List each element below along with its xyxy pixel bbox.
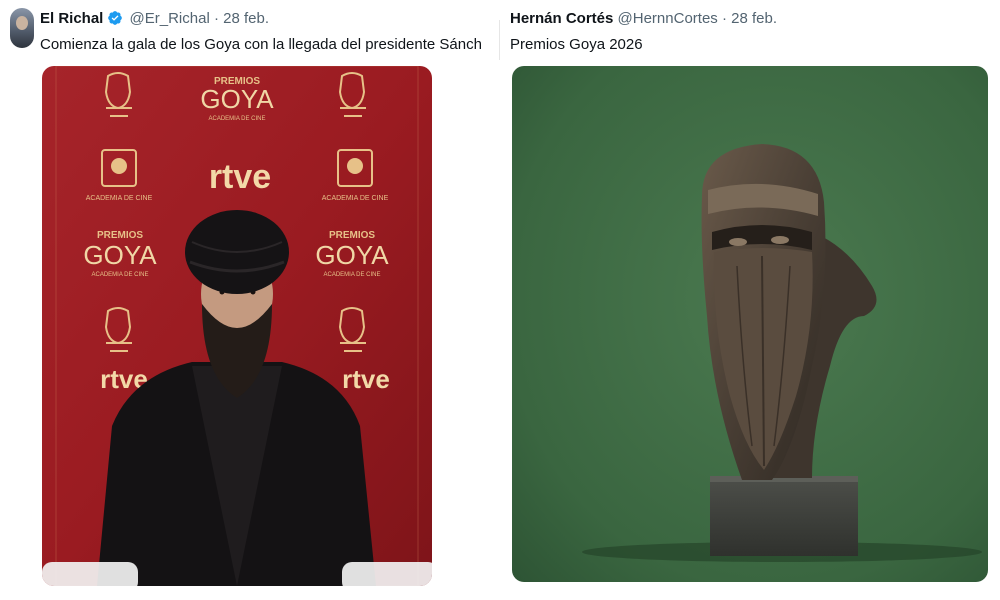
stone-pedestal [710,476,858,556]
red-carpet-photo: PREMIOS GOYA ACADEMIA DE CINE rtve ACADE… [42,66,432,586]
academia-caption: ACADEMIA DE CINE [322,195,389,202]
tweet-hernan-cortes[interactable]: Hernán Cortés @HernnCortes · 28 feb. Pre… [500,0,1000,600]
academia-label: ACADEMIA DE CINE [91,272,148,278]
academia-label: ACADEMIA DE CINE [208,116,265,122]
author-handle[interactable]: @HernnCortes [618,10,718,27]
academia-label: ACADEMIA DE CINE [323,272,380,278]
verified-badge-icon [107,10,123,30]
tweet-photo[interactable]: PREMIOS GOYA ACADEMIA DE CINE rtve ACADE… [42,66,432,586]
author-name[interactable]: El Richal [40,10,103,27]
rtve-logo: rtve [342,364,390,394]
author-name[interactable]: Hernán Cortés [510,10,613,27]
tweet-text: Comienza la gala de los Goya con la lleg… [40,36,482,53]
bust-statue-photo [512,66,988,582]
avatar[interactable] [10,8,34,48]
tweet-header: El Richal @Er_Richal · 28 feb. [40,10,269,30]
tweet-date[interactable]: 28 feb. [223,10,269,27]
goya-label: GOYA [315,240,389,270]
goya-label: GOYA [200,84,274,114]
separator: · [213,10,219,27]
author-handle[interactable]: @Er_Richal [130,10,210,27]
photo-corner-overlay [342,562,432,586]
tweet-header: Hernán Cortés @HernnCortes · 28 feb. [510,10,777,27]
tweet-date[interactable]: 28 feb. [731,10,777,27]
goya-label: GOYA [83,240,157,270]
tweet-photo[interactable] [512,66,988,582]
separator: · [721,10,727,27]
tweet-el-richal[interactable]: El Richal @Er_Richal · 28 feb. Comienza … [0,0,500,600]
photo-corner-overlay [42,562,138,586]
rtve-logo: rtve [209,158,271,196]
tweet-text: Premios Goya 2026 [510,36,643,53]
academia-caption: ACADEMIA DE CINE [86,195,153,202]
